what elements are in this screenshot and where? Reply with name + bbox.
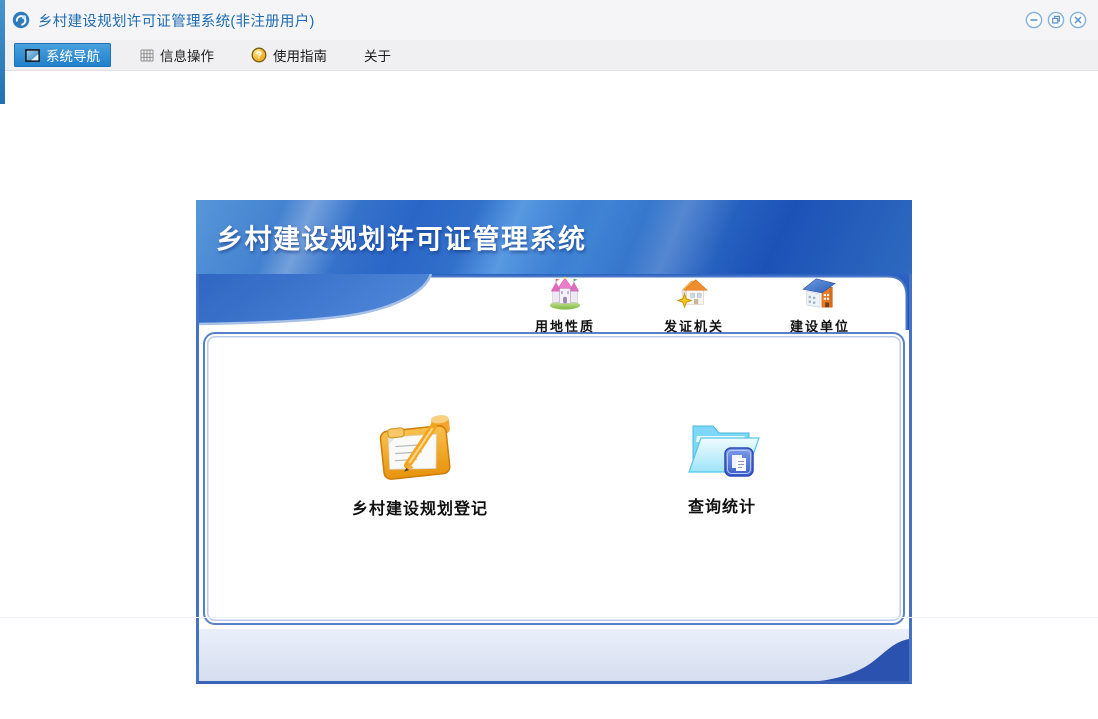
grid-icon (140, 49, 154, 62)
menu-item-label: 关于 (364, 49, 391, 64)
action-label: 查询统计 (687, 499, 756, 516)
building-icon (802, 278, 836, 308)
menu-item-information-operations[interactable]: 信息操作 (132, 43, 222, 67)
minimize-button[interactable] (1025, 11, 1043, 29)
window-title: 乡村建设规划许可证管理系统(非注册用户) (38, 13, 315, 30)
panel-body: 用地性质 发证机关 建设单位 乡村建设规划登记 查询统计 (196, 274, 912, 684)
folder-docs-icon (688, 425, 760, 477)
maximize-button[interactable] (1047, 11, 1065, 29)
tab-label: 发证机关 (663, 319, 724, 334)
menu-item-system-navigation[interactable]: 系统导航 (14, 43, 111, 67)
tab-construction-unit[interactable]: 建设单位 (775, 276, 865, 334)
title-bar: 乡村建设规划许可证管理系统(非注册用户) (0, 0, 1098, 40)
main-panel: 乡村建设规划许可证管理系统 用地性质 发证机关 建设单位 乡村建设规划登记 查询… (196, 200, 912, 684)
action-query-statistics[interactable]: 查询统计 (647, 414, 797, 517)
clipboard-pen-icon (379, 415, 451, 480)
action-label: 乡村建设规划登记 (351, 501, 488, 518)
tab-label: 建设单位 (789, 319, 850, 334)
application-window: 乡村建设规划许可证管理系统(非注册用户) 系统导航 信息操作 ? 使用指南 关于… (0, 0, 1098, 719)
tab-issuing-authority[interactable]: 发证机关 (649, 276, 739, 334)
wave-decoration (819, 639, 909, 681)
close-button[interactable] (1069, 11, 1087, 29)
window-controls (1025, 11, 1087, 29)
action-rural-planning-registration[interactable]: 乡村建设规划登记 (345, 414, 495, 519)
banner: 乡村建设规划许可证管理系统 (196, 200, 912, 274)
app-logo-icon (12, 11, 30, 29)
menu-item-label: 系统导航 (46, 49, 100, 64)
menu-bar: 系统导航 信息操作 ? 使用指南 关于 (0, 40, 1098, 71)
menu-item-label: 使用指南 (273, 49, 327, 64)
left-edge-accent (0, 0, 5, 104)
tab-land-use-nature[interactable]: 用地性质 (520, 276, 610, 334)
window-bottom-divider (0, 617, 1098, 618)
tab-label: 用地性质 (534, 319, 595, 334)
workspace: 乡村建设规划许可证管理系统 用地性质 发证机关 建设单位 乡村建设规划登记 查询… (0, 72, 1098, 719)
menu-item-label: 信息操作 (160, 49, 214, 64)
svg-text:?: ? (256, 50, 262, 61)
panel-footer (199, 629, 909, 681)
monitor-icon (25, 48, 40, 62)
content-box: 乡村建设规划登记 查询统计 (203, 332, 905, 625)
castle-icon (549, 276, 581, 310)
house-icon (676, 279, 708, 309)
banner-title: 乡村建设规划许可证管理系统 (216, 224, 587, 255)
tab-strip: 用地性质 发证机关 建设单位 (199, 274, 909, 334)
menu-item-user-guide[interactable]: ? 使用指南 (243, 43, 335, 67)
menu-item-about[interactable]: 关于 (356, 43, 399, 67)
help-icon: ? (251, 47, 267, 63)
